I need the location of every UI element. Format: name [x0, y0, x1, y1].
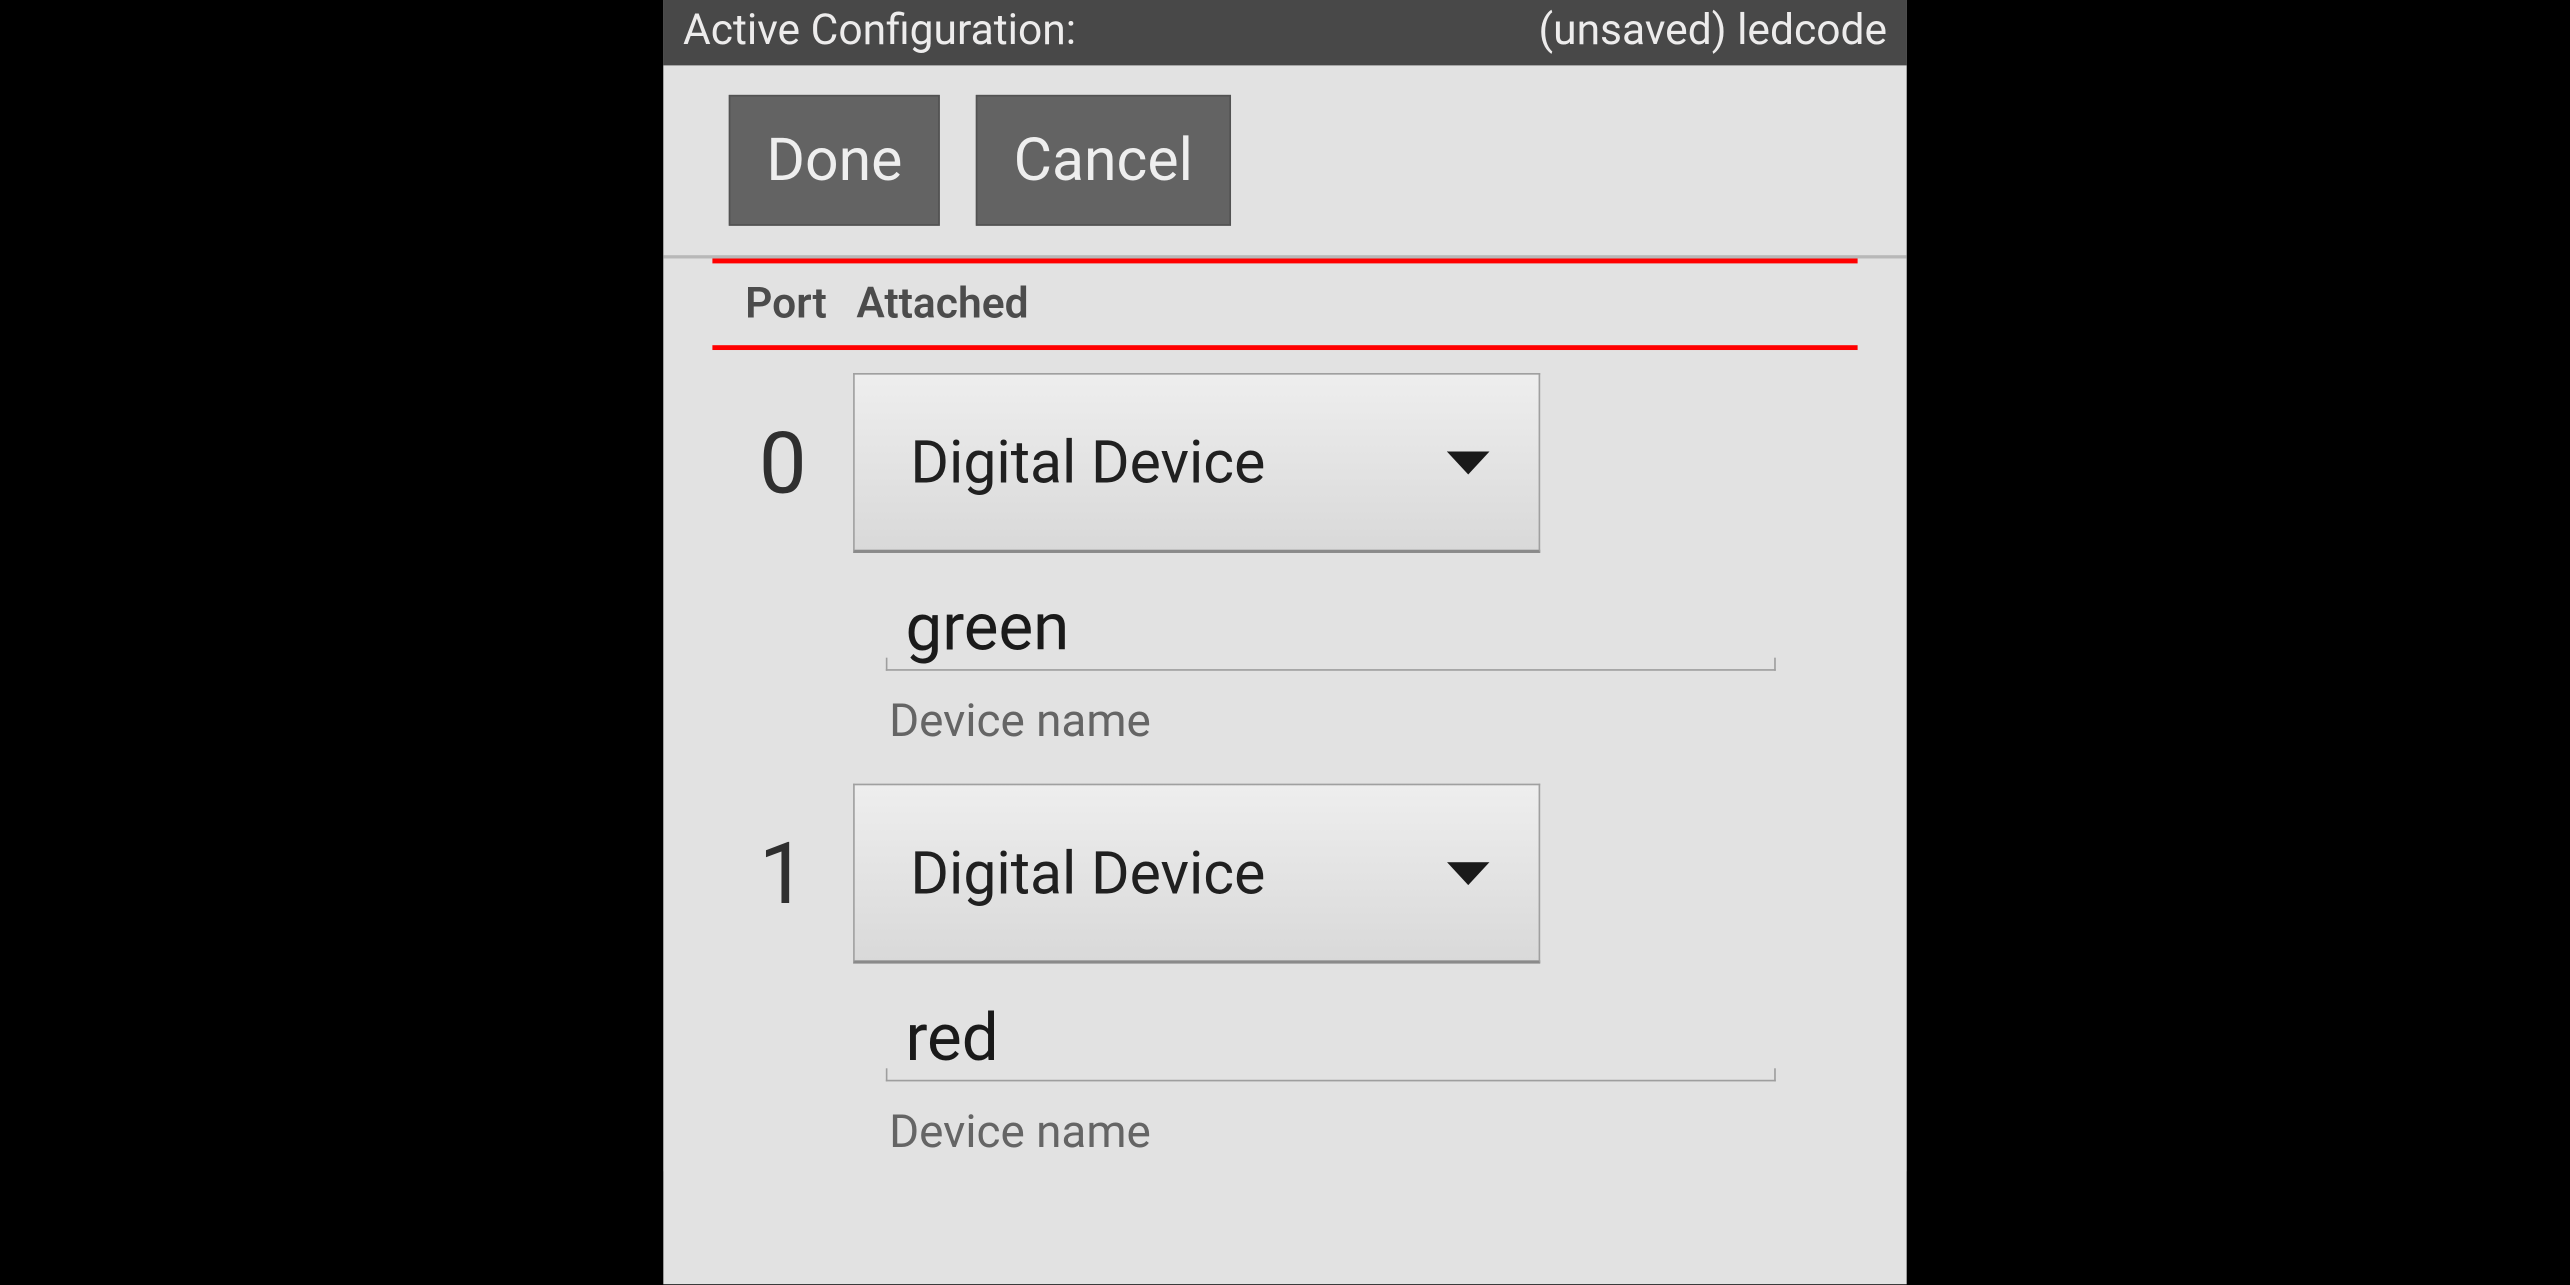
port-row: 1 Digital Device	[712, 761, 1857, 964]
device-name-input[interactable]	[886, 586, 1776, 671]
column-header-port: Port	[745, 280, 827, 329]
table-header: Port Attached	[712, 263, 1857, 345]
device-name-block: Device name	[712, 964, 1857, 1172]
port-list: 0 Digital Device Device name 1 Digital D…	[663, 350, 1906, 1171]
device-name-block: Device name	[712, 553, 1857, 761]
port-row: 0 Digital Device	[712, 350, 1857, 553]
active-config-label: Active Configuration:	[683, 7, 1076, 56]
device-type-dropdown[interactable]: Digital Device	[853, 784, 1540, 964]
port-number: 1	[752, 824, 814, 924]
button-row: Done Cancel	[663, 65, 1906, 258]
table-header-section: Port Attached	[663, 258, 1906, 350]
dropdown-label: Digital Device	[910, 838, 1265, 907]
dropdown-label: Digital Device	[910, 428, 1265, 497]
cancel-button[interactable]: Cancel	[976, 95, 1231, 226]
chevron-down-icon	[1447, 451, 1490, 474]
status-bar: Active Configuration: (unsaved) ledcode	[663, 0, 1906, 65]
device-name-label: Device name	[886, 671, 1776, 748]
app-frame: Active Configuration: (unsaved) ledcode …	[663, 0, 1906, 1284]
device-name-input[interactable]	[886, 996, 1776, 1081]
done-button[interactable]: Done	[729, 95, 940, 226]
input-wrap	[886, 586, 1776, 671]
device-name-label: Device name	[886, 1081, 1776, 1158]
column-header-attached: Attached	[856, 280, 1028, 329]
port-number: 0	[752, 413, 814, 513]
chevron-down-icon	[1447, 861, 1490, 884]
input-wrap	[886, 996, 1776, 1081]
device-type-dropdown[interactable]: Digital Device	[853, 373, 1540, 553]
active-config-name: (unsaved) ledcode	[1539, 7, 1887, 56]
